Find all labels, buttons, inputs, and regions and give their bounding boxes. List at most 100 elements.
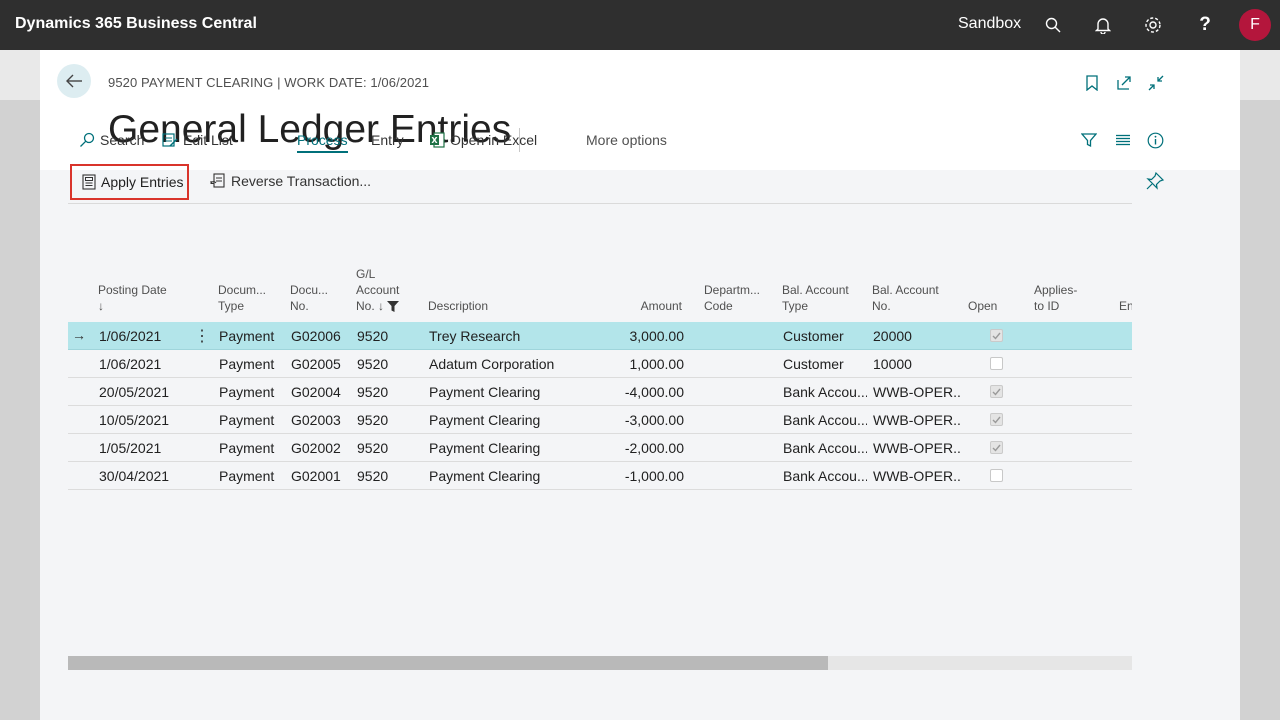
cell-bal-account-no[interactable]: WWB-OPER... [873,384,961,400]
cell-bal-account-no[interactable]: 20000 [873,328,961,344]
cell-document-no[interactable]: G02002 [291,440,351,456]
open-checkbox[interactable] [990,329,1003,342]
edit-list-action[interactable]: Edit List [162,132,233,148]
cell-bal-account-type[interactable]: Bank Accou... [783,440,867,456]
tab-process[interactable]: Process [297,132,348,153]
cell-description[interactable]: Adatum Corporation [429,356,599,372]
edit-list-label: Edit List [183,132,233,148]
col-header-bal-account-type[interactable]: Bal. Account Type [782,282,849,314]
cell-document-no[interactable]: G02001 [291,468,351,484]
cell-document-type[interactable]: Payment [219,412,285,428]
user-avatar[interactable]: F [1239,9,1271,41]
col-header-document-type[interactable]: Docum... Type [218,282,266,314]
cell-gl-account-no[interactable]: 9520 [357,384,417,400]
pin-actions-icon[interactable] [1146,171,1165,195]
table-row[interactable]: 1/06/2021 Payment G02005 9520 Adatum Corpora… [68,350,1132,378]
col-header-applies-to-id[interactable]: Applies- to ID [1034,282,1077,314]
scrollbar-thumb[interactable] [68,656,828,670]
cell-bal-account-type[interactable]: Customer [783,356,867,372]
cell-bal-account-type[interactable]: Bank Accou... [783,384,867,400]
help-icon[interactable]: ? [1193,13,1217,37]
open-in-excel-action[interactable]: X Open in Excel [429,132,537,148]
col-header-document-no[interactable]: Docu... No. [290,282,328,314]
bookmark-icon[interactable] [1082,73,1102,93]
col-header-entry-no[interactable]: En [1119,298,1132,314]
cell-bal-account-no[interactable]: 10000 [873,356,961,372]
cell-bal-account-type[interactable]: Bank Accou... [783,468,867,484]
cell-amount[interactable]: -3,000.00 [598,412,684,428]
cell-gl-account-no[interactable]: 9520 [357,328,417,344]
cell-bal-account-type[interactable]: Customer [783,328,867,344]
list-view-icon[interactable] [1115,132,1131,148]
col-header-posting-date[interactable]: Posting Date ↓ [98,282,167,314]
cell-amount[interactable]: -1,000.00 [598,468,684,484]
col-header-gl-account-no[interactable]: G/L Account No. ↓ [356,266,399,314]
table-row[interactable]: 10/05/2021 Payment G02003 9520 Payment Clear… [68,406,1132,434]
cell-description[interactable]: Payment Clearing [429,440,599,456]
cell-posting-date[interactable]: 1/06/2021 [99,328,189,344]
open-checkbox[interactable] [990,413,1003,426]
horizontal-scrollbar[interactable] [68,656,1132,670]
cell-bal-account-no[interactable]: WWB-OPER... [873,468,961,484]
filter-icon[interactable] [1081,132,1097,148]
search-icon[interactable] [1041,13,1065,37]
cell-posting-date[interactable]: 20/05/2021 [99,384,189,400]
notifications-bell-icon[interactable] [1091,13,1115,37]
collapse-icon[interactable] [1146,73,1166,93]
cell-document-type[interactable]: Payment [219,356,285,372]
cell-description[interactable]: Trey Research [429,328,599,344]
cell-document-no[interactable]: G02003 [291,412,351,428]
cell-gl-account-no[interactable]: 9520 [357,440,417,456]
cell-gl-account-no[interactable]: 9520 [357,356,417,372]
open-new-window-icon[interactable] [1114,73,1134,93]
cell-bal-account-no[interactable]: WWB-OPER... [873,412,961,428]
col-header-text: Account [356,283,400,297]
cell-amount[interactable]: 1,000.00 [598,356,685,372]
table-row[interactable]: → ⋮ 1/06/2021 Payment G02006 9520 Trey Researc… [68,322,1132,350]
reverse-transaction-button[interactable]: Reverse Transaction... [210,173,371,189]
cell-document-type[interactable]: Payment [219,440,285,456]
cell-document-no[interactable]: G02005 [291,356,351,372]
app-title[interactable]: Dynamics 365 Business Central [15,15,257,33]
more-options-action[interactable]: More options [586,132,667,148]
col-header-department-code[interactable]: Departm... Code [704,282,760,314]
settings-gear-icon[interactable] [1141,13,1165,37]
cell-posting-date[interactable]: 10/05/2021 [99,412,189,428]
cell-amount[interactable]: -4,000.00 [598,384,684,400]
cell-document-type[interactable]: Payment [219,468,285,484]
cell-bal-account-no[interactable]: WWB-OPER... [873,440,961,456]
cell-gl-account-no[interactable]: 9520 [357,412,417,428]
table-row[interactable]: 1/05/2021 Payment G02002 9520 Payment Cleari… [68,434,1132,462]
open-checkbox[interactable] [990,469,1003,482]
cell-bal-account-type[interactable]: Bank Accou... [783,412,867,428]
open-checkbox[interactable] [990,385,1003,398]
cell-amount[interactable]: 3,000.00 [598,328,685,344]
cell-posting-date[interactable]: 1/06/2021 [99,356,189,372]
cell-description[interactable]: Payment Clearing [429,468,599,484]
tab-entry[interactable]: Entry [371,132,404,148]
col-header-amount[interactable]: Amount [608,298,682,314]
col-header-bal-account-no[interactable]: Bal. Account No. [872,282,939,314]
row-actions-icon[interactable]: ⋮ [194,326,210,346]
col-header-open[interactable]: Open [968,298,997,314]
search-action[interactable]: Search [79,132,144,148]
cell-document-type[interactable]: Payment [219,384,285,400]
cell-document-type[interactable]: Payment [219,328,285,344]
cell-amount[interactable]: -2,000.00 [598,440,684,456]
table-row[interactable]: 30/04/2021 Payment G02001 9520 Payment Clear… [68,462,1132,490]
cell-document-no[interactable]: G02004 [291,384,351,400]
back-button[interactable] [57,64,91,98]
cell-gl-account-no[interactable]: 9520 [357,468,417,484]
cell-description[interactable]: Payment Clearing [429,384,599,400]
open-checkbox[interactable] [990,441,1003,454]
col-header-description[interactable]: Description [428,298,488,314]
cell-document-no[interactable]: G02006 [291,328,351,344]
apply-entries-button[interactable]: Apply Entries [70,164,189,200]
col-header-text: to ID [1034,299,1060,313]
cell-posting-date[interactable]: 1/05/2021 [99,440,189,456]
open-checkbox[interactable] [990,357,1003,370]
cell-posting-date[interactable]: 30/04/2021 [99,468,189,484]
table-row[interactable]: 20/05/2021 Payment G02004 9520 Payment Clear… [68,378,1132,406]
cell-description[interactable]: Payment Clearing [429,412,599,428]
info-icon[interactable] [1147,132,1164,149]
